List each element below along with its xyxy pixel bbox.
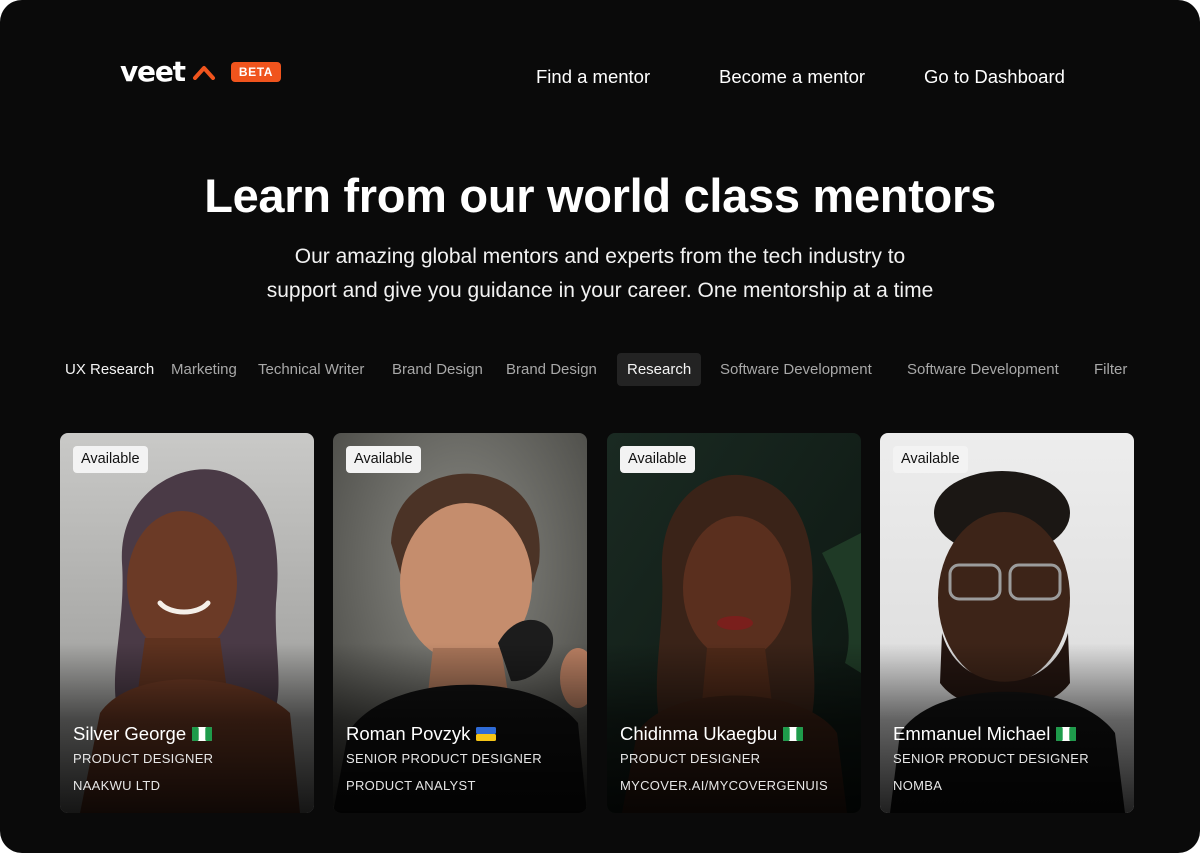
hero-title: Learn from our world class mentors [204,169,996,222]
ukraine-flag-icon [476,727,497,741]
nigeria-flag-icon [783,727,804,741]
tab-software-development-2[interactable]: Software Development [907,353,1059,386]
mentor-name: Emmanuel Michael [893,723,1051,744]
nav-become-mentor[interactable]: Become a mentor [719,65,865,89]
mentor-company: MYCOVER.AI/MYCOVERGENUIS [620,778,829,793]
tab-technical-writer[interactable]: Technical Writer [258,353,364,386]
status-badge: Available [620,446,695,473]
mentor-company: PRODUCT ANALYST [346,778,476,793]
status-badge: Available [346,446,421,473]
mentor-name-row: Chidinma Ukaegbu [620,722,804,746]
tab-brand-design-2[interactable]: Brand Design [506,353,597,386]
mentor-name: Roman Povzyk [346,723,471,744]
hero-subtitle: Our amazing global mentors and experts f… [0,240,1200,308]
status-badge: Available [73,446,148,473]
status-badge: Available [893,446,968,473]
tab-research[interactable]: Research [617,353,702,386]
mentor-name: Silver George [73,723,187,744]
page-frame: veet BETA Find a mentor Become a mentor … [0,0,1200,853]
nigeria-flag-icon [1056,727,1077,741]
hero-subtitle-line-2: support and give you guidance in your ca… [266,279,934,302]
mentor-card[interactable]: Available Emmanuel Michael SENIOR PRODUC… [880,433,1134,813]
beta-badge: BETA [230,62,282,82]
mentor-company: NOMBA [893,778,943,793]
mentor-card[interactable]: Available Roman Povzyk SENIOR PRODUCT DE… [333,433,587,813]
mentor-company: NAAKWU LTD [73,778,161,793]
category-tabs: UX Research Marketing Technical Writer B… [0,353,1200,386]
tab-software-development[interactable]: Software Development [720,353,872,386]
mentor-name: Chidinma Ukaegbu [620,723,778,744]
tab-marketing[interactable]: Marketing [171,353,237,386]
hero-subtitle-line-1: Our amazing global mentors and experts f… [294,245,906,268]
mentor-name-row: Roman Povzyk [346,722,497,746]
mentor-name-row: Emmanuel Michael [893,722,1077,746]
mentor-card[interactable]: Available Silver George PRODUCT DESIGNER… [60,433,314,813]
brand-logo[interactable]: veet BETA [120,55,282,88]
tab-brand-design[interactable]: Brand Design [392,353,483,386]
nigeria-flag-icon [192,727,213,741]
logo-wordmark: veet [120,55,186,88]
mentor-role: SENIOR PRODUCT DESIGNER [893,751,1089,766]
mentor-role: PRODUCT DESIGNER [73,751,214,766]
nav-dashboard[interactable]: Go to Dashboard [924,65,1065,89]
mentor-role: PRODUCT DESIGNER [620,751,761,766]
tab-ux-research[interactable]: UX Research [65,353,154,386]
tab-filter[interactable]: Filter [1094,353,1127,386]
mentor-card[interactable]: Available Chidinma Ukaegbu PRODUCT DESIG… [607,433,861,813]
mentor-name-row: Silver George [73,722,213,746]
nav-find-mentor[interactable]: Find a mentor [536,65,650,89]
caret-up-icon [192,66,215,80]
mentor-role: SENIOR PRODUCT DESIGNER [346,751,542,766]
